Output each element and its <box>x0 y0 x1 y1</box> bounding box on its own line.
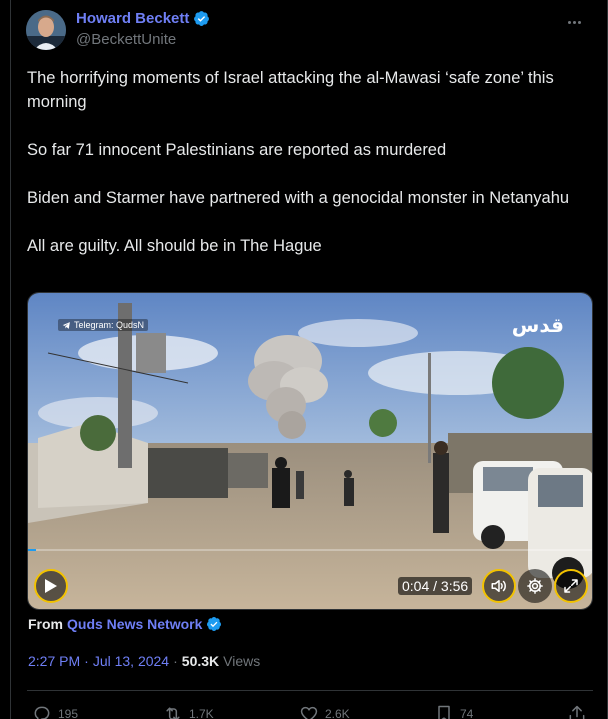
attribution-source-link[interactable]: Quds News Network <box>67 616 202 632</box>
verified-badge-icon <box>194 11 210 26</box>
avatar[interactable] <box>26 10 66 50</box>
reply-count: 195 <box>58 707 79 719</box>
bookmark-icon <box>438 705 450 719</box>
repost-count: 1.7K <box>189 707 214 719</box>
divider <box>27 690 593 691</box>
more-options-icon[interactable] <box>564 12 584 32</box>
gear-icon <box>527 578 543 594</box>
fullscreen-icon <box>564 579 578 593</box>
play-button[interactable] <box>34 569 68 603</box>
video-frame <box>28 293 592 609</box>
video-player[interactable]: Telegram: QudsN قدس 0:04 / 3:56 <box>27 292 593 610</box>
like-button[interactable]: 2.6K <box>299 704 350 719</box>
repost-button[interactable]: 1.7K <box>163 704 214 719</box>
verified-badge-icon <box>207 617 222 631</box>
fullscreen-button[interactable] <box>554 569 588 603</box>
play-icon <box>45 579 57 593</box>
author-handle[interactable]: @BeckettUnite <box>76 31 176 48</box>
heart-icon <box>300 706 318 719</box>
video-time: 0:04 / 3:56 <box>398 577 473 595</box>
meta-separator: · <box>173 653 178 669</box>
bookmark-button[interactable]: 74 <box>434 704 473 719</box>
settings-button[interactable] <box>518 569 552 603</box>
post-date[interactable]: Jul 13, 2024 <box>93 653 169 669</box>
post-header: Howard Beckett @BeckettUnite <box>26 8 596 52</box>
telegram-icon <box>62 321 70 329</box>
post-paragraph: The horrifying moments of Israel attacki… <box>27 69 554 111</box>
post-time[interactable]: 2:27 PM <box>28 653 80 669</box>
volume-icon <box>491 580 506 592</box>
views-label: Views <box>223 653 261 669</box>
post-meta: 2:27 PM · Jul 13, 2024 · 50.3K Views <box>28 653 260 669</box>
reply-button[interactable]: 195 <box>32 704 78 719</box>
reply-icon <box>34 706 50 719</box>
telegram-watermark: Telegram: QudsN <box>58 319 149 331</box>
like-count: 2.6K <box>325 707 350 719</box>
meta-separator: · <box>84 653 89 669</box>
action-bar: 195 1.7K 2.6K 74 <box>27 700 593 719</box>
post-text: The horrifying moments of Israel attacki… <box>27 66 593 282</box>
post-paragraph: So far 71 innocent Palestinians are repo… <box>27 141 447 159</box>
share-button[interactable] <box>567 704 587 719</box>
repost-icon <box>166 707 180 719</box>
bookmark-count: 74 <box>460 707 474 719</box>
post-paragraph: All are guilty. All should be in The Hag… <box>27 237 322 255</box>
views-count: 50.3K <box>181 653 220 669</box>
quds-logo: قدس <box>511 313 565 337</box>
attribution-label: From <box>28 616 63 632</box>
volume-button[interactable] <box>482 569 516 603</box>
author-name[interactable]: Howard Beckett <box>76 10 189 27</box>
post-paragraph: Biden and Starmer have partnered with a … <box>27 189 570 207</box>
share-icon <box>569 705 585 719</box>
media-attribution: From Quds News Network <box>28 616 222 632</box>
